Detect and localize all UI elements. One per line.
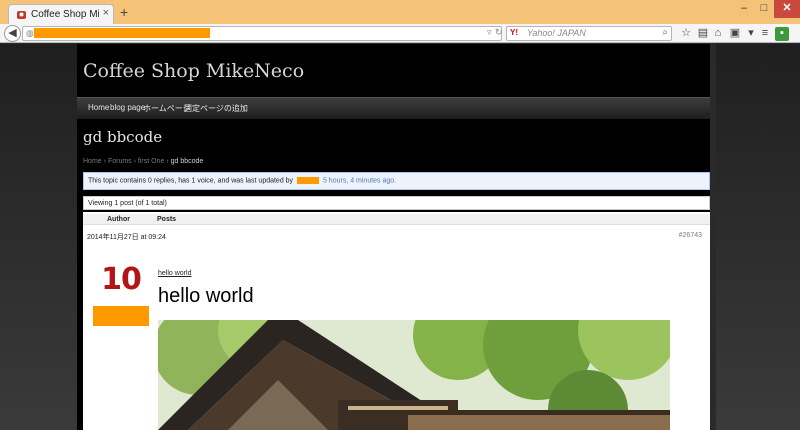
post-meta: 2014年11月27日 at 09:24 #26743 bbox=[83, 232, 710, 242]
tab-title: Coffee Shop MikeNeco |… bbox=[31, 9, 99, 20]
post-permalink[interactable]: #26743 bbox=[679, 232, 702, 239]
breadcrumb-current: gd bbcode bbox=[170, 158, 204, 165]
site-title[interactable]: Coffee Shop MikeNeco bbox=[83, 60, 304, 82]
breadcrumb-separator: › bbox=[103, 158, 106, 165]
topic-posts: Author Posts 2014年11月27日 at 09:24 #26743… bbox=[83, 212, 710, 430]
page-viewport: Coffee Shop MikeNeco Home blog page ホームペ… bbox=[0, 44, 800, 430]
posts-column-header: Posts bbox=[157, 216, 177, 223]
temple-photo bbox=[158, 320, 670, 430]
browser-tab[interactable]: Coffee Shop MikeNeco |… × bbox=[8, 4, 114, 24]
main-nav: Home blog page ホームページ 固定ページの追加 bbox=[77, 97, 716, 119]
dropdown-icon[interactable]: ▾ bbox=[744, 27, 758, 41]
close-window-button[interactable]: ✕ bbox=[774, 0, 800, 18]
search-input[interactable]: Yahoo! JAPAN bbox=[527, 28, 586, 38]
breadcrumb-separator: › bbox=[166, 158, 169, 165]
avatar-number: 10 bbox=[101, 262, 142, 297]
nav-item-home[interactable]: Home bbox=[88, 103, 109, 112]
reload-icon[interactable]: ↻ bbox=[495, 27, 503, 38]
notes-icon[interactable]: ▣ bbox=[728, 27, 742, 41]
post-date: 2014年11月27日 at 09:24 bbox=[87, 234, 166, 241]
address-bar[interactable]: ◍ ▿ ↻ bbox=[22, 26, 503, 41]
post-heading: hello world bbox=[158, 285, 254, 307]
tab-close-icon[interactable]: × bbox=[103, 7, 109, 19]
url-redacted[interactable] bbox=[34, 28, 210, 38]
title-bar: Coffee Shop MikeNeco |… × + – □ ✕ bbox=[0, 0, 800, 24]
addon-icon[interactable]: ▪ bbox=[775, 27, 789, 41]
author-name-redacted[interactable] bbox=[93, 306, 149, 326]
new-tab-button[interactable]: + bbox=[120, 5, 128, 19]
breadcrumb-forums[interactable]: Forums bbox=[108, 158, 132, 165]
search-bar[interactable]: Y! Yahoo! JAPAN ⌕ bbox=[506, 26, 672, 41]
author-avatar-redacted[interactable] bbox=[297, 177, 320, 184]
nav-item-blog[interactable]: blog page bbox=[110, 103, 145, 112]
viewing-text: Viewing 1 post (of 1 total) bbox=[88, 200, 167, 207]
avatar[interactable]: 10 bbox=[93, 262, 149, 326]
maximize-button[interactable]: □ bbox=[754, 0, 774, 18]
url-dropdown-icon[interactable]: ▿ bbox=[487, 27, 492, 38]
menu-icon[interactable]: ≡ bbox=[758, 27, 772, 41]
site-container: Coffee Shop MikeNeco Home blog page ホームペ… bbox=[77, 44, 716, 430]
author-column-header: Author bbox=[107, 216, 130, 223]
navigation-toolbar: ◀ ◍ ▿ ↻ Y! Yahoo! JAPAN ⌕ ☆ ▤ ⌂ ▣ ▾ ≡ ▪ bbox=[0, 24, 800, 43]
minimize-button[interactable]: – bbox=[734, 0, 754, 18]
breadcrumb: Home › Forums › first One › gd bbcode bbox=[83, 158, 203, 165]
search-icon[interactable]: ⌕ bbox=[662, 27, 668, 38]
page-title: gd bbcode bbox=[83, 128, 163, 146]
clipboard-icon[interactable]: ▤ bbox=[696, 27, 710, 41]
site-favicon-icon bbox=[16, 9, 27, 20]
home-icon[interactable]: ⌂ bbox=[711, 27, 725, 41]
post-body: 10 hello world hello world bbox=[83, 252, 710, 430]
site-identity-icon[interactable]: ◍ bbox=[26, 28, 34, 39]
page-edge bbox=[710, 44, 716, 430]
breadcrumb-forum[interactable]: first One bbox=[138, 158, 164, 165]
posts-header: Author Posts bbox=[83, 214, 710, 225]
topic-info-notice: This topic contains 0 replies, has 1 voi… bbox=[83, 172, 710, 190]
breadcrumb-separator: › bbox=[133, 158, 136, 165]
search-engine-icon[interactable]: Y! bbox=[510, 28, 518, 37]
breadcrumb-home[interactable]: Home bbox=[83, 158, 102, 165]
back-icon[interactable]: ◀ bbox=[4, 25, 21, 42]
star-icon[interactable]: ☆ bbox=[679, 27, 693, 41]
nav-item-add-page[interactable]: 固定ページの追加 bbox=[184, 103, 248, 114]
last-updated-link[interactable]: 5 hours, 4 minutes ago. bbox=[323, 177, 396, 184]
post-link[interactable]: hello world bbox=[158, 270, 191, 277]
notice-text: This topic contains 0 replies, has 1 voi… bbox=[88, 177, 294, 185]
pagination-count: Viewing 1 post (of 1 total) bbox=[83, 196, 710, 210]
